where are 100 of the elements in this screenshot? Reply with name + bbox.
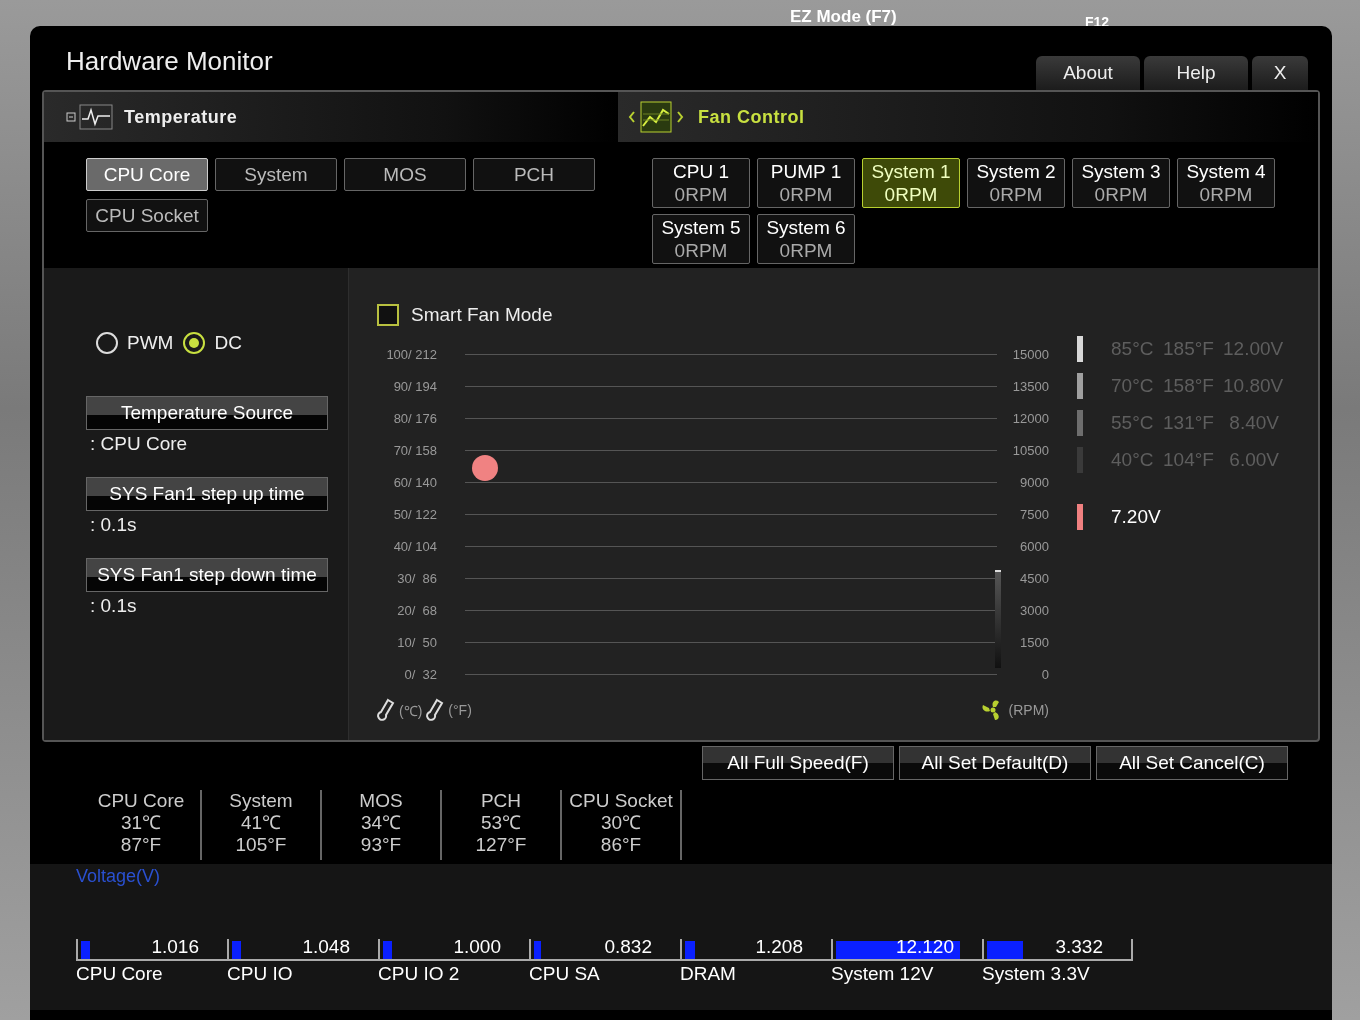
window-tab-button[interactable]: X	[1252, 56, 1308, 90]
fan-select-button[interactable]: System 6 0RPM	[757, 214, 855, 264]
voltage-name: CPU IO	[227, 963, 294, 985]
unit-label: (℃)	[399, 701, 423, 720]
voltage-name: System 12V	[831, 963, 935, 985]
temperature-axis-label: 100/ 212	[385, 346, 437, 362]
temperature-axis-label: 40/ 104	[392, 538, 437, 554]
section-title: Temperature	[124, 106, 238, 128]
voltage-value: 12.120	[895, 936, 954, 958]
legend-fahrenheit: 131°F	[1163, 412, 1215, 434]
voltage-value: 0.832	[604, 936, 652, 958]
rpm-axis-label: 3000	[1019, 602, 1049, 618]
rpm-axis-label: 15000	[1011, 346, 1049, 362]
temperature-axis-label: 80/ 176	[392, 410, 437, 426]
thermometer-icon	[426, 698, 445, 722]
temperature-source-tab[interactable]: CPU Core	[86, 158, 208, 191]
sensor-fahrenheit: 105°F	[235, 834, 287, 856]
rpm-axis-label: 4500	[1019, 570, 1049, 586]
setting-button[interactable]: SYS Fan1 step down time	[86, 558, 328, 592]
sensor-celsius: 31℃	[120, 812, 162, 834]
smart-fan-mode-checkbox[interactable]: Smart Fan Mode	[377, 304, 1049, 326]
rpm-axis-label: 7500	[1019, 506, 1049, 522]
section-title: Fan Control	[698, 106, 805, 128]
unit-label: (°F)	[448, 702, 472, 718]
action-button[interactable]: All Set Cancel(C)	[1096, 746, 1288, 780]
temperature-source-tab[interactable]: System	[215, 158, 337, 191]
temperature-axis-label: 50/ 122	[392, 506, 437, 522]
fan-select-button[interactable]: System 2 0RPM	[967, 158, 1065, 208]
voltage-value: 1.048	[302, 936, 350, 958]
temperature-axis-label: 30/ 86	[396, 570, 437, 586]
sensor-fahrenheit: 87°F	[120, 834, 162, 856]
setting-button[interactable]: SYS Fan1 step up time	[86, 477, 328, 511]
thermometer-icon	[377, 698, 395, 722]
current-voltage: 7.20V	[1111, 506, 1161, 528]
temperature-axis-label: 20/ 68	[396, 602, 437, 618]
sensor-name: CPU Core	[97, 790, 185, 812]
rpm-axis-label: 9000	[1019, 474, 1049, 490]
voltage-value: 3.332	[1055, 936, 1103, 958]
voltage-name: CPU Core	[76, 963, 164, 985]
sensor-name: PCH	[480, 790, 522, 812]
voltage-name: CPU SA	[529, 963, 601, 985]
legend-celsius: 55°C	[1111, 412, 1155, 434]
temperature-axis-label: 60/ 140	[392, 474, 437, 490]
setting-button[interactable]: Temperature Source	[86, 396, 328, 430]
temperature-axis-label: 0/ 32	[403, 666, 437, 682]
background-menu-text: EZ Mode (F7)	[790, 7, 897, 27]
fan-select-button[interactable]: System 5 0RPM	[652, 214, 750, 264]
voltage-value: 1.016	[151, 936, 199, 958]
setting-value: : 0.1s	[90, 595, 138, 617]
sensor-name: MOS	[359, 790, 403, 812]
fan-select-button[interactable]: System 3 0RPM	[1072, 158, 1170, 208]
sensor-fahrenheit: 86°F	[600, 834, 642, 856]
legend-celsius: 40°C	[1111, 449, 1155, 471]
sensor-celsius: 34℃	[360, 812, 402, 834]
voltage-name: CPU IO 2	[378, 963, 461, 985]
sensor-fahrenheit: 127°F	[475, 834, 527, 856]
legend-celsius: 70°C	[1111, 375, 1155, 397]
sensor-name: System	[229, 790, 293, 812]
unit-label: (RPM)	[1008, 702, 1049, 718]
temperature-source-tab[interactable]: PCH	[473, 158, 595, 191]
temperature-graph-icon	[66, 104, 114, 130]
fan-select-button[interactable]: System 4 0RPM	[1177, 158, 1275, 208]
legend-celsius: 85°C	[1111, 338, 1155, 360]
temperature-source-tab[interactable]: MOS	[344, 158, 466, 191]
rpm-axis-label: 13500	[1011, 378, 1049, 394]
setting-value: : CPU Core	[90, 433, 189, 455]
window-tab-button[interactable]: Help	[1144, 56, 1248, 90]
rpm-axis-label: 1500	[1019, 634, 1049, 650]
temperature-source-tab[interactable]: CPU Socket	[86, 199, 208, 232]
temperature-axis-label: 10/ 50	[396, 634, 437, 650]
voltage-value: 1.000	[453, 936, 501, 958]
window-tab-button[interactable]: About	[1036, 56, 1140, 90]
sensor-name: CPU Socket	[569, 790, 673, 812]
legend-fahrenheit: 185°F	[1163, 338, 1215, 360]
sensor-celsius: 53℃	[480, 812, 522, 834]
voltage-title: Voltage(V)	[76, 866, 161, 887]
sensor-fahrenheit: 93°F	[360, 834, 402, 856]
fan-select-button[interactable]: CPU 1 0RPM	[652, 158, 750, 208]
fan-curve-point[interactable]	[471, 454, 499, 482]
rpm-axis-label: 6000	[1019, 538, 1049, 554]
temperature-axis-label: 90/ 194	[392, 378, 437, 394]
voltage-value: 1.208	[755, 936, 803, 958]
legend-voltage: 6.00V	[1228, 449, 1279, 471]
legend-fahrenheit: 158°F	[1163, 375, 1215, 397]
window-title: Hardware Monitor	[66, 46, 273, 77]
action-button[interactable]: All Set Default(D)	[899, 746, 1091, 780]
sensor-celsius: 30℃	[600, 812, 642, 834]
fan-mode-radio[interactable]: DC	[183, 332, 242, 354]
fan-mode-radio[interactable]: PWM	[96, 332, 174, 354]
fan-select-button[interactable]: PUMP 1 0RPM	[757, 158, 855, 208]
legend-voltage: 8.40V	[1228, 412, 1279, 434]
rpm-axis-label: 0	[1040, 666, 1049, 682]
rpm-axis-label: 12000	[1011, 410, 1049, 426]
action-button[interactable]: All Full Speed(F)	[702, 746, 894, 780]
sensor-celsius: 41℃	[240, 812, 282, 834]
legend-fahrenheit: 104°F	[1163, 449, 1215, 471]
setting-value: : 0.1s	[90, 514, 138, 536]
fan-select-button[interactable]: System 1 0RPM	[862, 158, 960, 208]
rpm-axis-label: 10500	[1011, 442, 1049, 458]
temperature-axis-label: 70/ 158	[392, 442, 437, 458]
